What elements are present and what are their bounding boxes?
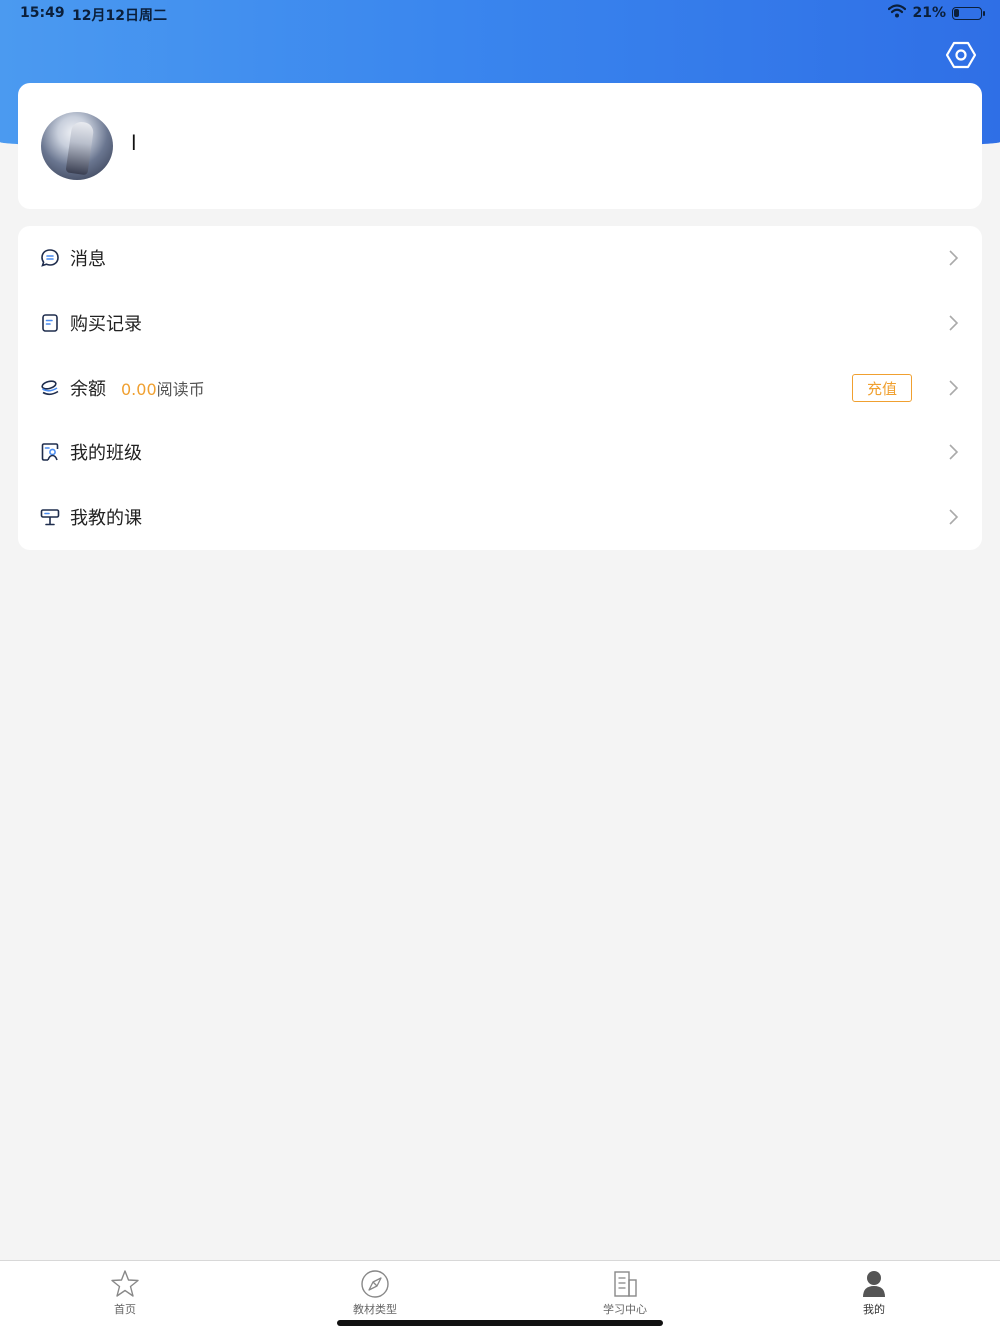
message-bubble-icon [40, 248, 60, 268]
menu-item-balance[interactable]: 余额 0.00阅读币 充值 [18, 356, 982, 420]
chevron-right-icon [949, 509, 959, 525]
status-date: 12月12日周二 [72, 8, 167, 24]
tab-mine[interactable]: 我的 [814, 1261, 934, 1334]
menu-label-purchase-history: 购买记录 [70, 314, 142, 335]
battery-percent: 21% [912, 5, 946, 21]
home-indicator [337, 1320, 663, 1326]
menu-label-my-class: 我的班级 [70, 443, 142, 464]
status-time: 15:49 [20, 5, 65, 21]
building-icon [610, 1269, 640, 1299]
wifi-icon [888, 4, 907, 22]
tab-label-textbook-types: 教材类型 [353, 1303, 397, 1316]
profile-screen: 15:49 12月12日周二 21% l 消息 购买记录 余额 0.00阅读币 … [0, 0, 1000, 1334]
menu-item-messages[interactable]: 消息 [18, 226, 982, 290]
menu-item-purchase-history[interactable]: 购买记录 [18, 291, 982, 355]
menu-item-my-courses[interactable]: 我教的课 [18, 485, 982, 549]
menu-card: 消息 购买记录 余额 0.00阅读币 充值 我的班级 我教的课 [18, 226, 982, 550]
star-icon [110, 1269, 140, 1299]
receipt-icon [40, 313, 60, 333]
avatar[interactable] [41, 112, 113, 180]
tab-home[interactable]: 首页 [65, 1261, 185, 1334]
recharge-button[interactable]: 充值 [852, 374, 912, 402]
tab-label-learning-center: 学习中心 [603, 1303, 647, 1316]
settings-button[interactable] [946, 40, 976, 70]
settings-hexagon-icon [946, 41, 976, 69]
compass-icon [360, 1269, 390, 1299]
tab-label-home: 首页 [114, 1303, 136, 1316]
menu-item-my-class[interactable]: 我的班级 [18, 420, 982, 484]
menu-label-balance: 余额 [70, 379, 106, 400]
balance-number: 0.00 [121, 380, 157, 399]
person-icon [859, 1269, 889, 1299]
chevron-right-icon [949, 315, 959, 331]
profile-card[interactable]: l [18, 83, 982, 209]
tab-label-mine: 我的 [863, 1303, 885, 1316]
menu-label-messages: 消息 [70, 249, 106, 270]
chevron-right-icon [949, 250, 959, 266]
lectern-icon [40, 507, 60, 527]
avatar-figure [65, 120, 95, 176]
class-icon [40, 442, 60, 462]
menu-label-my-courses: 我教的课 [70, 508, 142, 529]
chevron-right-icon [949, 380, 959, 396]
battery-level [954, 8, 959, 17]
status-indicators: 21% [888, 4, 985, 22]
status-bar: 15:49 12月12日周二 21% [0, 0, 1000, 28]
balance-unit: 阅读币 [156, 380, 205, 399]
balance-amount: 0.00阅读币 [121, 376, 205, 400]
battery-icon [952, 6, 985, 20]
username: l [131, 131, 137, 155]
coins-icon [40, 378, 60, 398]
chevron-right-icon [949, 444, 959, 460]
